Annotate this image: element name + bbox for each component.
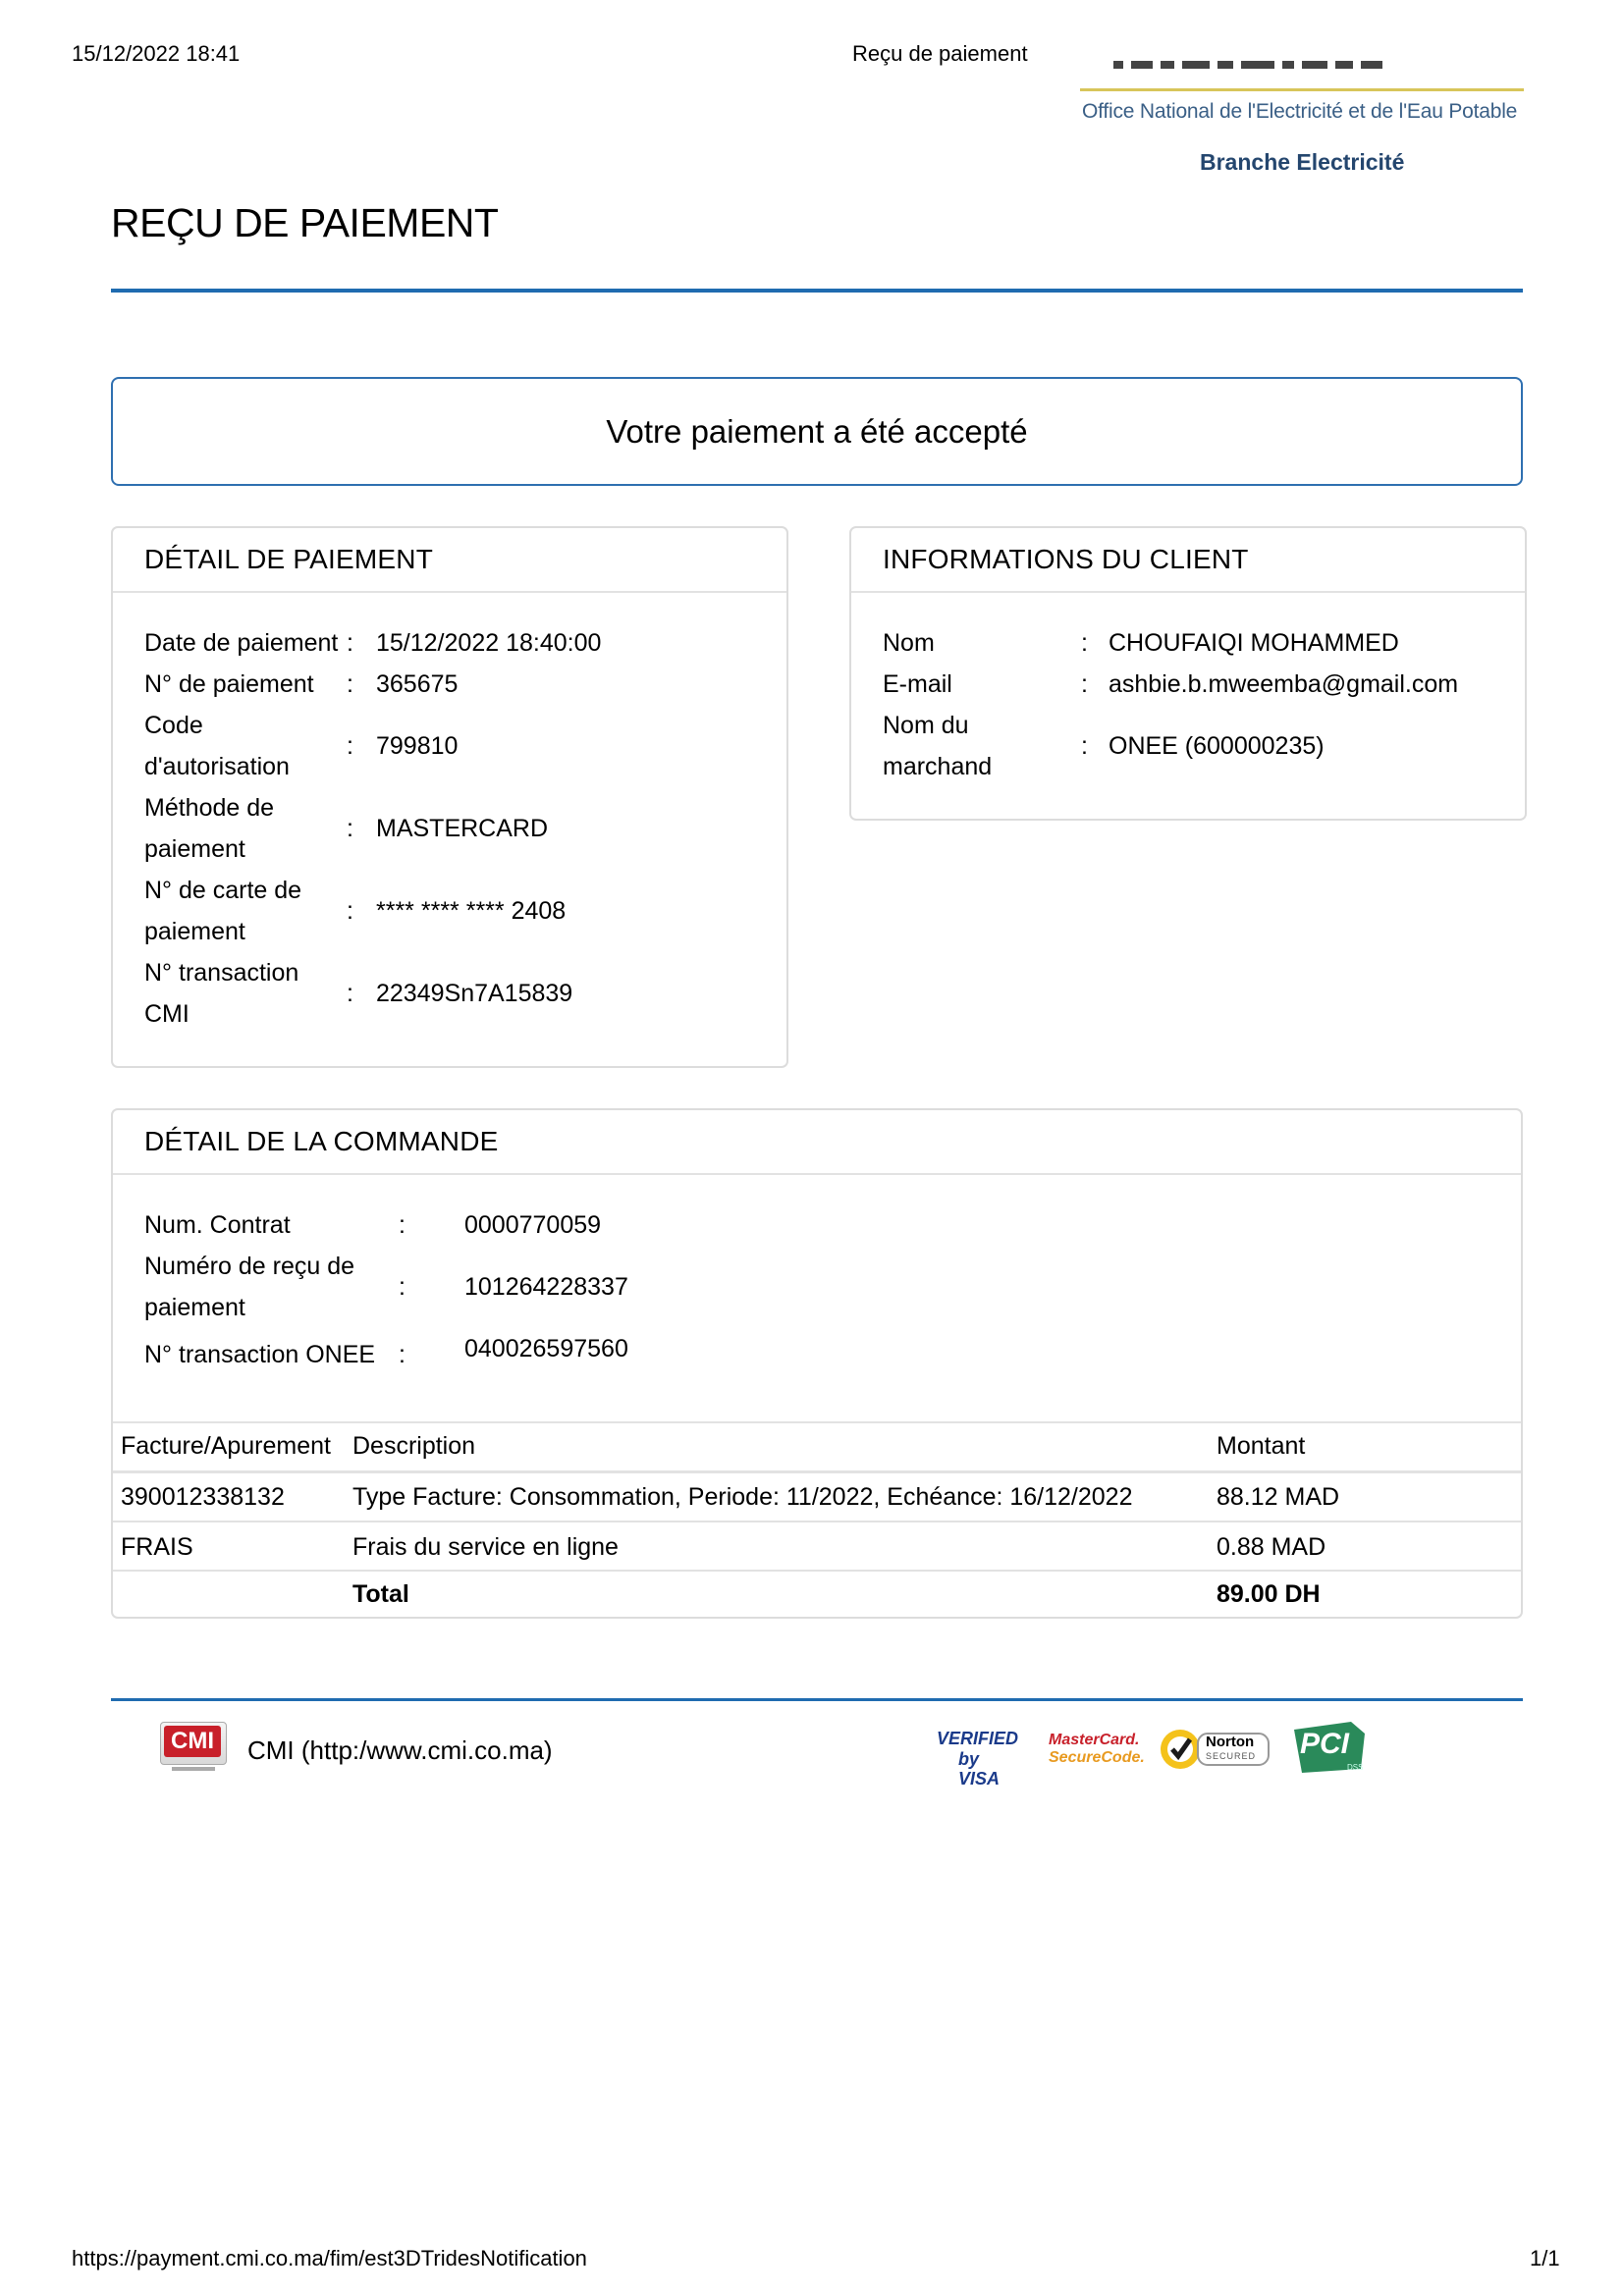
payment-detail-list: Date de paiement : 15/12/2022 18:40:00 N… (144, 528, 773, 1028)
separator: : (347, 980, 353, 1007)
total-value: 89.00 DH (1217, 1580, 1321, 1608)
verified-by-visa-badge: VERIFIED by VISA (937, 1729, 1019, 1789)
label-transaction-onee: N° transaction ONEE (144, 1341, 376, 1368)
cell-description: Type Facture: Consommation, Periode: 11/… (352, 1483, 1133, 1511)
col-montant-header: Montant (1217, 1432, 1306, 1460)
separator: : (1081, 629, 1088, 657)
label-num-recu: Numéro de reçu de paiement (144, 1253, 355, 1321)
title-divider (111, 289, 1523, 293)
cmi-link[interactable]: CMI (http:/www.cmi.co.ma) (247, 1735, 553, 1766)
mastercard-securecode-badge: MasterCard. SecureCode. (1049, 1732, 1145, 1766)
table-header-row: Facture/Apurement Description Montant (113, 1423, 1521, 1473)
separator: : (347, 629, 353, 657)
cell-montant: 0.88 MAD (1217, 1533, 1326, 1561)
separator: : (399, 1341, 406, 1368)
cell-facture: FRAIS (121, 1533, 193, 1561)
print-title: Reçu de paiement (852, 41, 1028, 66)
onee-logo: Office National de l'Electricité et de l… (1080, 59, 1524, 187)
label-num-contrat: Num. Contrat (144, 1211, 291, 1239)
separator: : (399, 1211, 406, 1239)
value-num-recu: 101264228337 (464, 1273, 628, 1301)
cmi-logo-text: CMI (164, 1726, 221, 1757)
logo-gold-line (1080, 88, 1524, 91)
separator: : (347, 670, 353, 698)
payment-detail-panel: DÉTAIL DE PAIEMENT Date de paiement : 15… (111, 526, 788, 1068)
order-detail-panel: DÉTAIL DE LA COMMANDE Num. Contrat : 000… (111, 1108, 1523, 1619)
value-marchand: ONEE (600000235) (1109, 732, 1325, 760)
separator: : (399, 1273, 406, 1301)
separator: : (1081, 732, 1088, 760)
logo-branche: Branche Electricité (1200, 149, 1405, 175)
footer-divider (111, 1698, 1523, 1701)
print-url: https://payment.cmi.co.ma/fim/est3DTride… (72, 2246, 587, 2270)
separator: : (1081, 670, 1088, 698)
print-datetime: 15/12/2022 18:41 (72, 41, 241, 66)
value-transaction-cmi: 22349Sn7A15839 (376, 980, 573, 1007)
cell-description: Frais du service en ligne (352, 1533, 619, 1561)
order-items-table: Facture/Apurement Description Montant 39… (113, 1421, 1521, 1617)
total-label: Total (352, 1580, 409, 1608)
page-title: REÇU DE PAIEMENT (111, 200, 499, 245)
label-num-paiement: N° de paiement (144, 670, 314, 698)
separator: : (347, 897, 353, 925)
label-carte-paiement: N° de carte de paiement (144, 877, 302, 945)
label-code-autorisation: Code d'autorisation (144, 712, 290, 780)
value-code-autorisation: 799810 (376, 732, 459, 760)
arabic-lettering (1109, 61, 1483, 79)
table-row: FRAIS Frais du service en ligne 0.88 MAD (113, 1522, 1521, 1572)
label-methode-paiement: Méthode de paiement (144, 794, 275, 863)
label-nom: Nom (883, 629, 935, 657)
status-message: Votre paiement a été accepté (606, 412, 1028, 450)
cell-facture: 390012338132 (121, 1483, 285, 1511)
value-transaction-onee: 040026597560 (464, 1335, 628, 1362)
col-description-header: Description (352, 1432, 476, 1460)
table-total-row: Total 89.00 DH (113, 1572, 1521, 1617)
label-transaction-cmi: N° transaction CMI (144, 959, 299, 1028)
value-num-paiement: 365675 (376, 670, 459, 698)
payment-accepted-banner: Votre paiement a été accepté (111, 377, 1523, 486)
value-num-contrat: 0000770059 (464, 1211, 602, 1239)
value-carte-paiement: **** **** **** 2408 (376, 897, 567, 925)
cmi-logo-subtitle (172, 1767, 215, 1771)
label-date-paiement: Date de paiement (144, 629, 339, 657)
print-page-number: 1/1 (1530, 2246, 1560, 2270)
client-info-panel: INFORMATIONS DU CLIENT Nom : CHOUFAIQI M… (849, 526, 1527, 821)
logo-office-name: Office National de l'Electricité et de l… (1082, 100, 1518, 123)
label-email: E-mail (883, 670, 952, 698)
value-methode-paiement: MASTERCARD (376, 815, 549, 842)
client-info-list: Nom : CHOUFAIQI MOHAMMED E-mail : ashbie… (883, 528, 1511, 780)
separator: : (347, 815, 353, 842)
separator: : (347, 732, 353, 760)
value-date-paiement: 15/12/2022 18:40:00 (376, 629, 602, 657)
value-nom: CHOUFAIQI MOHAMMED (1109, 629, 1399, 657)
norton-secured-badge: Norton SECURED (1159, 1724, 1272, 1775)
value-email: ashbie.b.mweemba@gmail.com (1109, 670, 1459, 698)
cell-montant: 88.12 MAD (1217, 1483, 1340, 1511)
order-detail-list: Num. Contrat : 0000770059 Numéro de reçu… (144, 1110, 832, 1424)
cmi-logo[interactable]: CMI (160, 1722, 227, 1777)
col-facture-header: Facture/Apurement (121, 1432, 331, 1460)
table-row: 390012338132 Type Facture: Consommation,… (113, 1473, 1521, 1522)
pci-dss-badge: PCI DSS (1292, 1720, 1369, 1775)
label-marchand: Nom du marchand (883, 712, 993, 780)
